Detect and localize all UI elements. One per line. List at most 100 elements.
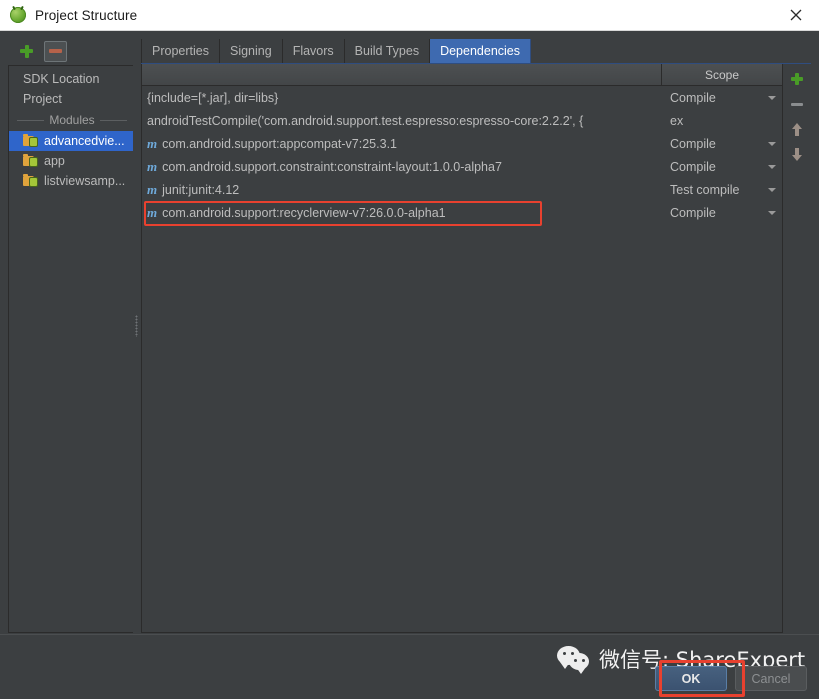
- tab-dependencies[interactable]: Dependencies: [430, 39, 531, 63]
- sidebar-item-app[interactable]: app: [9, 151, 133, 171]
- dialog-buttons: OK Cancel: [655, 666, 807, 691]
- cell-dependency: m com.android.support.constraint:constra…: [142, 155, 662, 178]
- dependency-label: com.android.support:recyclerview-v7:26.0…: [162, 205, 446, 220]
- table-row[interactable]: m com.android.support:recyclerview-v7:26…: [142, 201, 782, 224]
- arrow-down-icon: [791, 147, 803, 161]
- sidebar-item-project[interactable]: Project: [9, 89, 133, 109]
- cell-dependency: m com.android.support:recyclerview-v7:26…: [142, 201, 662, 224]
- maven-library-icon: m: [147, 158, 158, 174]
- move-down-button[interactable]: [786, 144, 808, 164]
- table-header-row: Scope: [142, 64, 782, 86]
- dependencies-table[interactable]: Scope {include=[*.jar], dir=libs} Compil…: [141, 64, 783, 633]
- table-row[interactable]: {include=[*.jar], dir=libs} Compile: [142, 86, 782, 109]
- tab-label: Flavors: [292, 44, 334, 58]
- android-module-icon: [23, 154, 39, 168]
- remove-module-button[interactable]: [44, 40, 67, 62]
- plus-icon: [791, 73, 803, 85]
- close-icon[interactable]: [773, 0, 819, 30]
- sidebar-section-label: Modules: [49, 113, 95, 127]
- minus-icon: [49, 49, 62, 53]
- remove-dependency-button[interactable]: [786, 94, 808, 114]
- cell-dependency: {include=[*.jar], dir=libs}: [142, 86, 662, 109]
- tab-flavors[interactable]: Flavors: [283, 39, 345, 63]
- right-panel: Properties Signing Flavors Build Types D…: [141, 37, 811, 633]
- dialog-footer: 微信号: ShareExpert OK Cancel: [0, 634, 819, 699]
- ok-button-label: OK: [681, 671, 701, 686]
- divider-right: [99, 119, 128, 121]
- tab-label: Properties: [152, 44, 209, 58]
- project-structure-dialog: SDK Location Project Modules advancedvie…: [0, 31, 819, 699]
- dependency-actions-toolbar: [783, 64, 811, 633]
- cell-dependency: m com.android.support:appcompat-v7:25.3.…: [142, 132, 662, 155]
- scope-value: Compile: [670, 205, 716, 220]
- maven-library-icon: m: [147, 204, 158, 220]
- plus-icon: [20, 44, 33, 58]
- android-module-icon: [23, 134, 39, 148]
- cell-scope[interactable]: Compile: [662, 201, 782, 224]
- dependencies-area: Scope {include=[*.jar], dir=libs} Compil…: [141, 64, 811, 633]
- chevron-down-icon[interactable]: [768, 95, 776, 100]
- column-header-dependency[interactable]: [142, 64, 662, 85]
- sidebar-item-label: SDK Location: [23, 72, 100, 86]
- cell-scope[interactable]: Compile: [662, 155, 782, 178]
- chevron-down-icon[interactable]: [768, 164, 776, 169]
- move-up-button[interactable]: [786, 119, 808, 139]
- sidebar-item-sdk-location[interactable]: SDK Location: [9, 69, 133, 89]
- sidebar-section-modules: Modules: [9, 109, 133, 131]
- cell-scope[interactable]: Compile: [662, 132, 782, 155]
- dependency-label: com.android.support:appcompat-v7:25.3.1: [162, 136, 397, 151]
- dependency-label: {include=[*.jar], dir=libs}: [147, 90, 279, 105]
- add-module-button[interactable]: [15, 41, 38, 62]
- column-header-scope[interactable]: Scope: [662, 64, 782, 85]
- scope-value: Compile: [670, 136, 716, 151]
- cell-dependency: m junit:junit:4.12: [142, 178, 662, 201]
- scope-value: Compile: [670, 90, 716, 105]
- tab-label: Dependencies: [440, 44, 520, 58]
- tab-build-types[interactable]: Build Types: [345, 39, 431, 63]
- sidebar-item-label: Project: [23, 92, 62, 106]
- cell-scope[interactable]: Compile: [662, 86, 782, 109]
- dependency-label: com.android.support.constraint:constrain…: [162, 159, 502, 174]
- scope-value: Test compile: [670, 182, 740, 197]
- left-panel: SDK Location Project Modules advancedvie…: [8, 37, 133, 633]
- sidebar-item-advancedview[interactable]: advancedvie...: [9, 131, 133, 151]
- sidebar-item-listviewsample[interactable]: listviewsamp...: [9, 171, 133, 191]
- table-row[interactable]: androidTestCompile('com.android.support.…: [142, 109, 782, 132]
- splitter-grip-icon: [135, 315, 138, 337]
- maven-library-icon: m: [147, 135, 158, 151]
- ok-button[interactable]: OK: [655, 666, 727, 691]
- table-row[interactable]: m com.android.support:appcompat-v7:25.3.…: [142, 132, 782, 155]
- dialog-content: SDK Location Project Modules advancedvie…: [8, 37, 811, 633]
- project-tree[interactable]: SDK Location Project Modules advancedvie…: [8, 65, 133, 633]
- table-body: {include=[*.jar], dir=libs} Compile andr…: [142, 86, 782, 632]
- chevron-down-icon[interactable]: [768, 187, 776, 192]
- tab-label: Build Types: [354, 44, 420, 58]
- table-row[interactable]: m junit:junit:4.12 Test compile: [142, 178, 782, 201]
- tab-properties[interactable]: Properties: [141, 39, 220, 63]
- maven-library-icon: m: [147, 181, 158, 197]
- android-module-icon: [23, 174, 39, 188]
- cancel-button[interactable]: Cancel: [735, 666, 807, 691]
- cell-scope[interactable]: Test compile: [662, 178, 782, 201]
- table-row[interactable]: m com.android.support.constraint:constra…: [142, 155, 782, 178]
- wechat-icon: [557, 646, 591, 674]
- chevron-down-icon[interactable]: [768, 210, 776, 215]
- dependency-label: junit:junit:4.12: [162, 182, 240, 197]
- sidebar-item-label: listviewsamp...: [44, 174, 126, 188]
- add-dependency-button[interactable]: [786, 69, 808, 89]
- panel-splitter[interactable]: [133, 37, 141, 633]
- android-studio-icon: [10, 7, 26, 23]
- dependency-overflow-label: ex: [670, 113, 684, 128]
- arrow-up-icon: [791, 122, 803, 136]
- tab-signing[interactable]: Signing: [220, 39, 283, 63]
- sidebar-item-label: app: [44, 154, 65, 168]
- divider-left: [17, 119, 45, 121]
- minus-icon: [791, 102, 803, 106]
- scope-value: Compile: [670, 159, 716, 174]
- sidebar-toolbar: [8, 37, 133, 65]
- chevron-down-icon[interactable]: [768, 141, 776, 146]
- tab-label: Signing: [229, 44, 272, 58]
- cell-scope[interactable]: ex: [662, 109, 782, 132]
- tab-bar: Properties Signing Flavors Build Types D…: [141, 37, 811, 64]
- sidebar-item-label: advancedvie...: [44, 134, 125, 148]
